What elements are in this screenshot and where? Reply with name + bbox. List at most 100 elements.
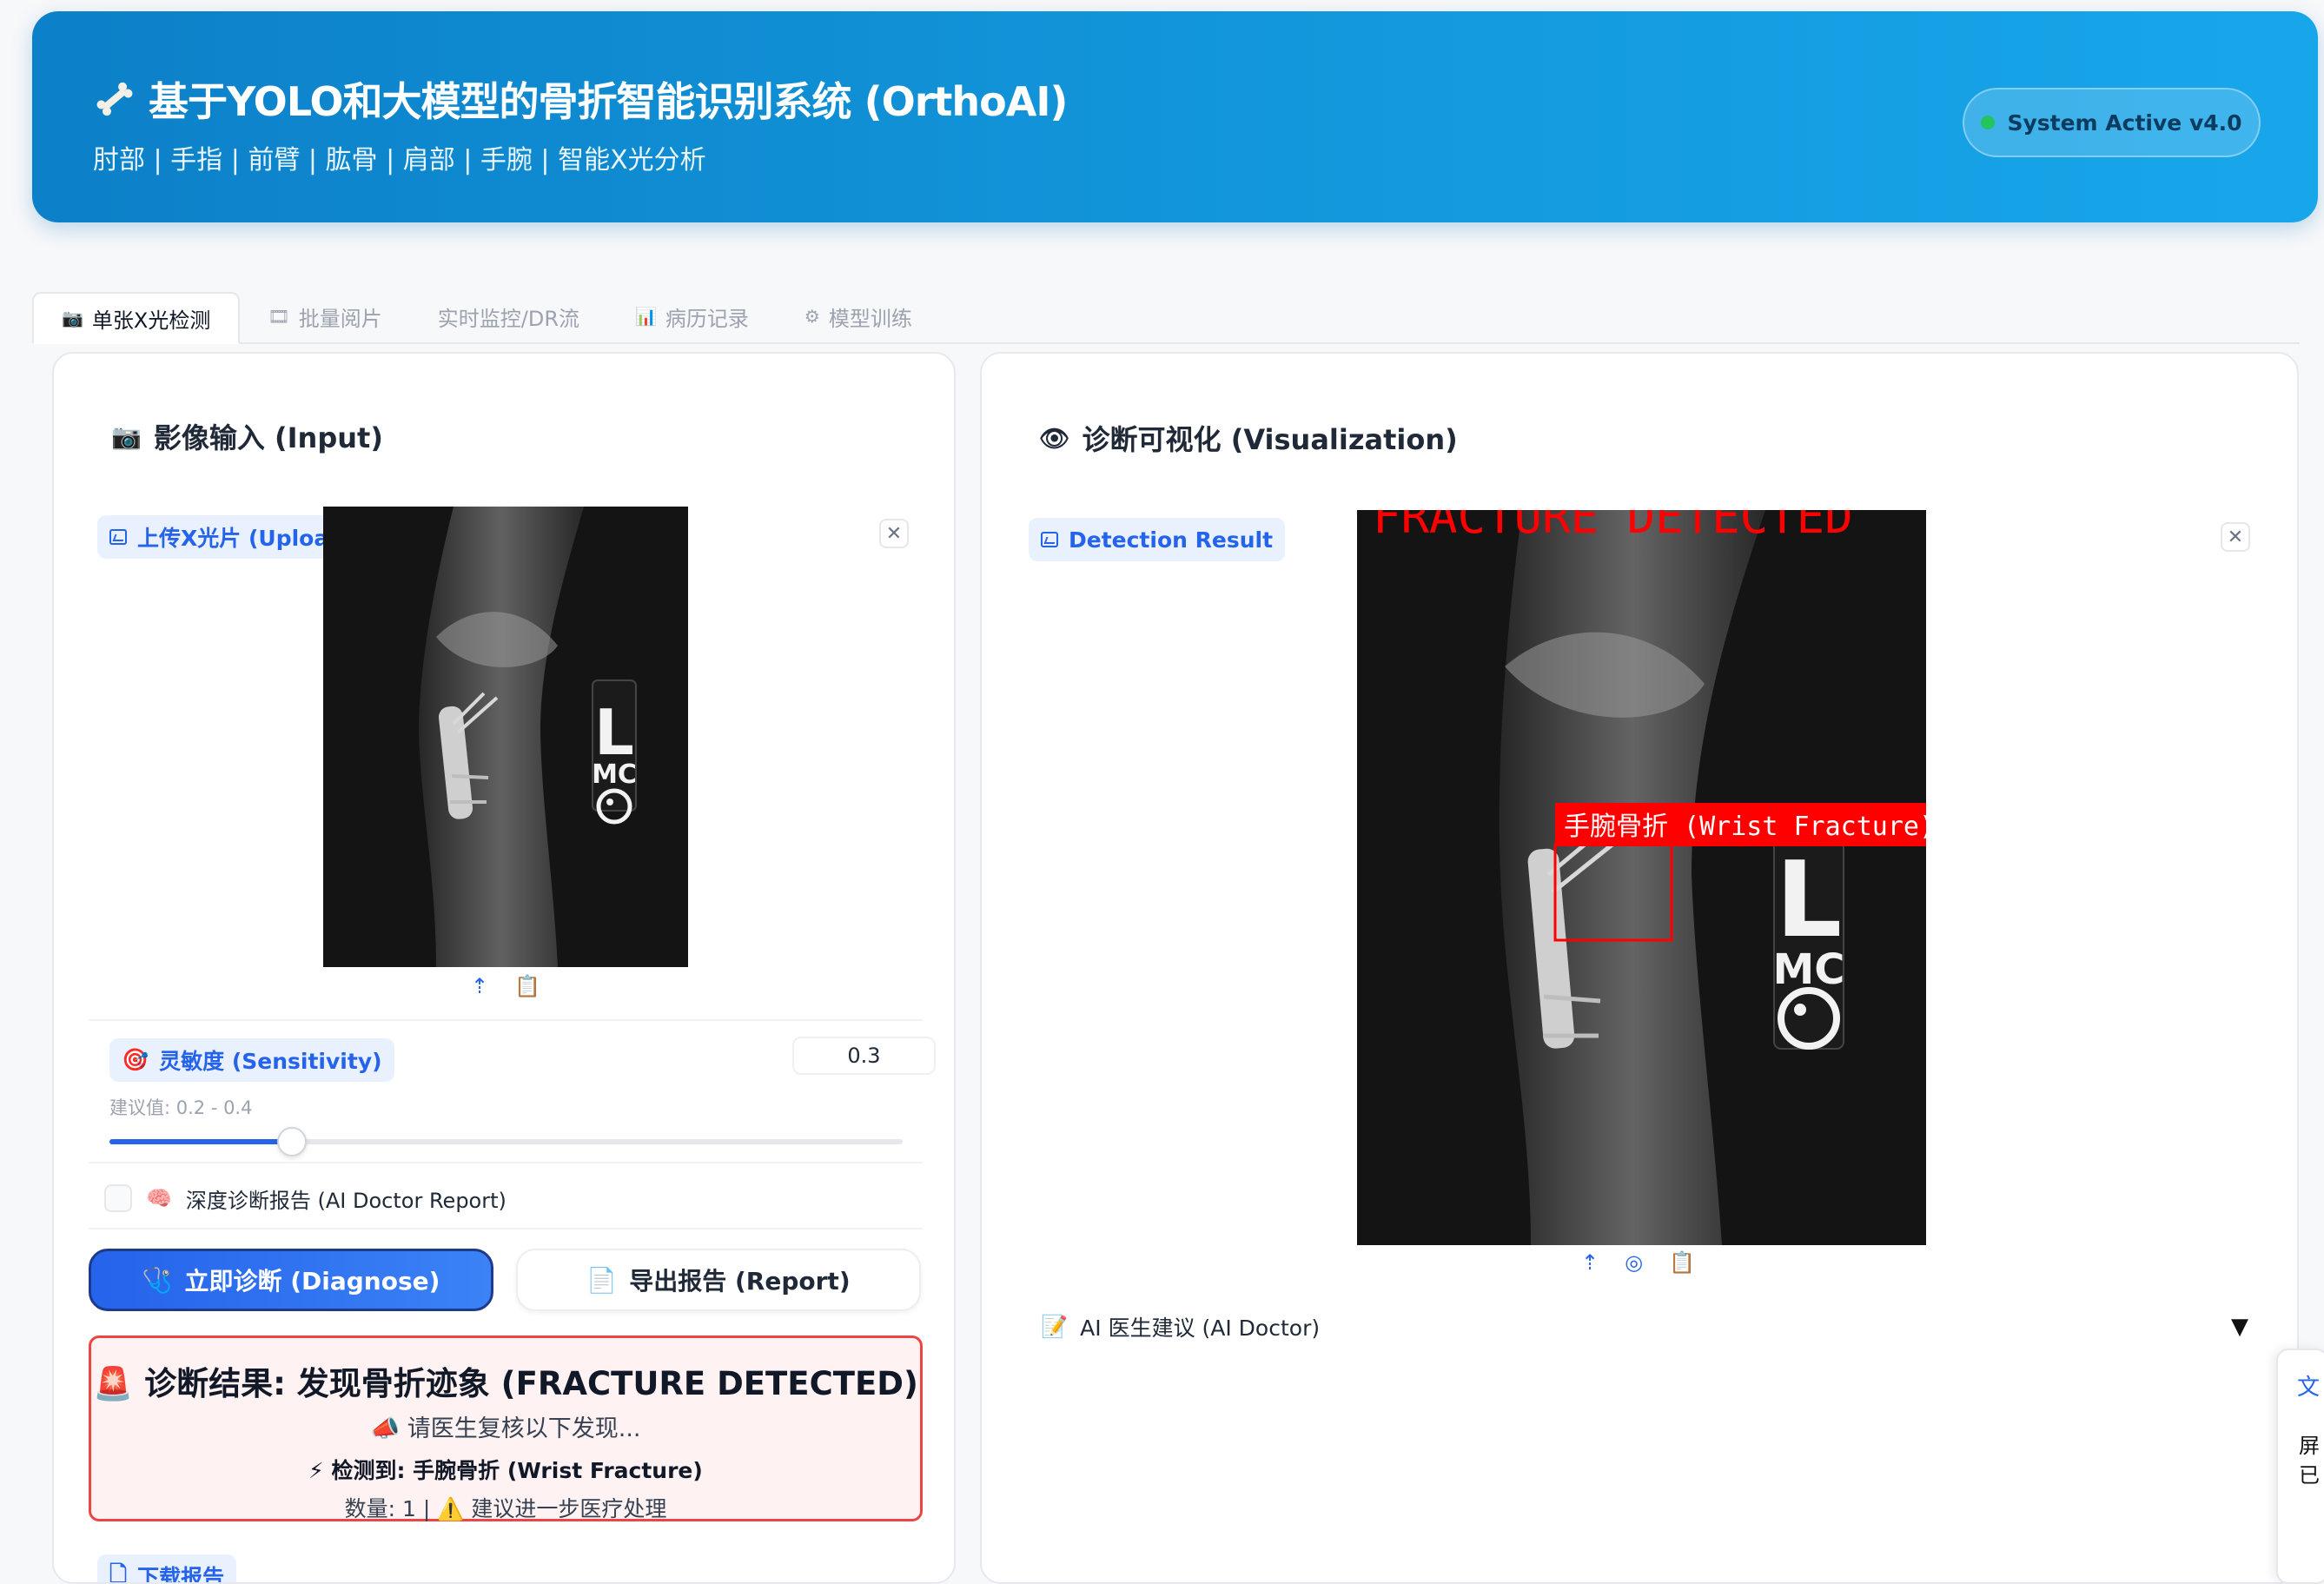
result-advice: 建议进一步医疗处理 xyxy=(471,1496,667,1521)
translate-icon: 文 xyxy=(2297,1375,2321,1401)
tab-bar: 📷 单张X光检测 🎞 批量阅片 实时监控/DR流 📊 病历记录 ⚙ 模型训练 xyxy=(32,292,2300,344)
tab-label: 实时监控/DR流 xyxy=(437,306,579,331)
target-icon[interactable]: ◎ xyxy=(1625,1250,1643,1275)
stethoscope-icon: 🩺 xyxy=(142,1265,173,1295)
clipboard-icon[interactable]: 📋 xyxy=(514,974,540,998)
xray-marker-letter: L xyxy=(594,696,634,769)
download-report-label-text: 下载报告 xyxy=(137,1565,225,1584)
xray-drawing: L MC xyxy=(323,507,688,967)
input-panel-title-text: 影像输入 (Input) xyxy=(153,421,383,454)
tab-records[interactable]: 📊 病历记录 xyxy=(607,290,777,342)
result-xray-drawing: L MC FRACTURE DETECTED 手腕骨折 (Wrist Fract… xyxy=(1357,510,1926,1245)
ai-doctor-accordion-label: AI 医生建议 (AI Doctor) xyxy=(1080,1316,1321,1341)
tab-batch-review[interactable]: 🎞 批量阅片 xyxy=(240,290,409,342)
close-icon: ✕ xyxy=(2227,526,2244,548)
tab-training[interactable]: ⚙ 模型训练 xyxy=(777,290,940,342)
chart-icon: 📊 xyxy=(635,306,657,327)
xray-marker-initials: MC xyxy=(1773,945,1845,994)
upload-icon[interactable]: ⇡ xyxy=(471,974,488,998)
chevron-down-icon[interactable]: ▼ xyxy=(2231,1314,2248,1340)
sensitivity-label-text: 灵敏度 (Sensitivity) xyxy=(159,1049,382,1074)
clear-image-button[interactable]: ✕ xyxy=(879,519,909,548)
input-panel: 📷 影像输入 (Input) 上传X光片 (Upload X-Ray) ✕ L … xyxy=(52,352,956,1584)
result-xray-image[interactable]: L MC FRACTURE DETECTED 手腕骨折 (Wrist Fract… xyxy=(1357,510,1926,1245)
tab-label: 病历记录 xyxy=(665,306,749,331)
download-report-label[interactable]: 🗋 下载报告 xyxy=(97,1554,237,1584)
camera-icon: 📷 xyxy=(111,421,142,451)
detection-label: 手腕骨折 (Wrist Fracture) xyxy=(1564,812,1926,842)
side-widget-line2: 已 xyxy=(2299,1463,2320,1488)
visualization-panel: 👁 诊断可视化 (Visualization) Detection Result… xyxy=(980,352,2299,1584)
result-title: 🚨 诊断结果: 发现骨折迹象 (FRACTURE DETECTED) xyxy=(91,1357,920,1404)
diagnosis-result-box: 🚨 诊断结果: 发现骨折迹象 (FRACTURE DETECTED) 📣 请医生… xyxy=(89,1335,923,1521)
brain-icon: 🧠 xyxy=(146,1186,172,1210)
result-subtitle-text: 请医生复核以下发现... xyxy=(407,1415,641,1442)
side-floating-widget[interactable]: 文 屏 已 xyxy=(2276,1349,2324,1584)
upload-icon[interactable]: ⇡ xyxy=(1581,1250,1599,1275)
lightning-icon: ⚡ xyxy=(308,1458,324,1483)
document-icon: 📝 xyxy=(1041,1314,1069,1339)
app-subtitle: 肘部 | 手指 | 前臂 | 肱骨 | 肩部 | 手腕 | 智能X光分析 xyxy=(93,145,706,176)
app-title: 基于YOLO和大模型的骨折智能识别系统 (OrthoAI) xyxy=(93,70,1068,128)
fracture-banner: FRACTURE DETECTED xyxy=(1373,510,1853,544)
ai-report-toggle-label: 深度诊断报告 (AI Doctor Report) xyxy=(185,1188,507,1213)
target-icon: 🎯 xyxy=(122,1047,149,1072)
app-header: 基于YOLO和大模型的骨折智能识别系统 (OrthoAI) 肘部 | 手指 | … xyxy=(32,11,2318,222)
status-dot-icon xyxy=(1981,116,1996,129)
ai-report-toggle-row[interactable]: 🧠 深度诊断报告 (AI Doctor Report) xyxy=(89,1169,923,1229)
eye-icon: 👁 xyxy=(1039,423,1070,453)
film-icon: 🎞 xyxy=(268,306,290,327)
result-count: 数量: 1 xyxy=(344,1496,416,1521)
warning-icon: ⚠️ xyxy=(437,1496,465,1521)
clipboard-icon[interactable]: 📋 xyxy=(1669,1250,1695,1275)
slider-fill xyxy=(109,1139,292,1144)
input-panel-title: 📷 影像输入 (Input) xyxy=(111,416,383,456)
file-icon: 🗋 xyxy=(109,1561,128,1584)
sensitivity-block: 🎯 灵敏度 (Sensitivity) 0.3 建议值: 0.2 - 0.4 xyxy=(89,1019,936,1163)
document-icon: 📄 xyxy=(586,1265,618,1295)
tab-single-xray[interactable]: 📷 单张X光检测 xyxy=(32,292,241,344)
tab-label: 批量阅片 xyxy=(298,306,382,331)
diagnose-button-label: 立即诊断 (Diagnose) xyxy=(184,1267,440,1296)
export-report-button[interactable]: 📄 导出报告 (Report) xyxy=(516,1249,921,1311)
result-subtitle: 📣 请医生复核以下发现... xyxy=(91,1409,920,1443)
image-icon xyxy=(1041,532,1058,547)
input-image-tools: ⇡ 📋 xyxy=(471,974,540,998)
sensitivity-number-input[interactable]: 0.3 xyxy=(792,1037,936,1075)
input-xray-image[interactable]: L MC xyxy=(323,507,688,967)
slider-thumb[interactable] xyxy=(276,1127,307,1157)
status-text: System Active v4.0 xyxy=(2007,109,2242,136)
detection-result-label: Detection Result xyxy=(1029,518,1286,561)
sensitivity-slider[interactable] xyxy=(109,1127,903,1157)
separator: | xyxy=(422,1496,438,1521)
close-icon: ✕ xyxy=(885,522,903,545)
bone-icon xyxy=(96,82,133,116)
viz-panel-title: 👁 诊断可视化 (Visualization) xyxy=(1039,418,1458,458)
viz-panel-title-text: 诊断可视化 (Visualization) xyxy=(1082,423,1458,456)
ai-doctor-accordion[interactable]: 📝 AI 医生建议 (AI Doctor) ▼ xyxy=(1041,1301,2248,1353)
side-widget-line1: 屏 xyxy=(2299,1434,2320,1458)
result-detected-text: 检测到: 手腕骨折 (Wrist Fracture) xyxy=(331,1458,703,1483)
ai-report-checkbox[interactable] xyxy=(104,1184,132,1212)
siren-icon: 🚨 xyxy=(93,1365,134,1402)
result-detected: ⚡ 检测到: 手腕骨折 (Wrist Fracture) xyxy=(91,1454,920,1485)
gear-icon: ⚙ xyxy=(804,306,820,327)
clear-result-button[interactable]: ✕ xyxy=(2221,522,2250,552)
sensitivity-label: 🎯 灵敏度 (Sensitivity) xyxy=(109,1038,394,1082)
camera-icon: 📷 xyxy=(62,308,83,328)
sensitivity-hint: 建议值: 0.2 - 0.4 xyxy=(109,1097,253,1118)
detection-result-label-text: Detection Result xyxy=(1069,527,1274,553)
tab-label: 单张X光检测 xyxy=(91,308,211,333)
app-title-text: 基于YOLO和大模型的骨折智能识别系统 (OrthoAI) xyxy=(149,78,1068,125)
result-title-text: 诊断结果: 发现骨折迹象 (FRACTURE DETECTED) xyxy=(144,1365,918,1402)
export-report-button-label: 导出报告 (Report) xyxy=(629,1267,851,1296)
tab-realtime-monitor[interactable]: 实时监控/DR流 xyxy=(410,290,607,342)
image-icon xyxy=(109,529,127,545)
result-image-tools: ⇡ ◎ 📋 xyxy=(1581,1250,1695,1275)
xray-marker-letter: L xyxy=(1776,840,1842,961)
megaphone-icon: 📣 xyxy=(370,1415,401,1442)
diagnose-button[interactable]: 🩺 立即诊断 (Diagnose) xyxy=(89,1249,493,1311)
tab-label: 模型训练 xyxy=(828,306,912,331)
xray-marker-initials: MC xyxy=(592,759,637,790)
status-badge: System Active v4.0 xyxy=(1963,88,2261,157)
